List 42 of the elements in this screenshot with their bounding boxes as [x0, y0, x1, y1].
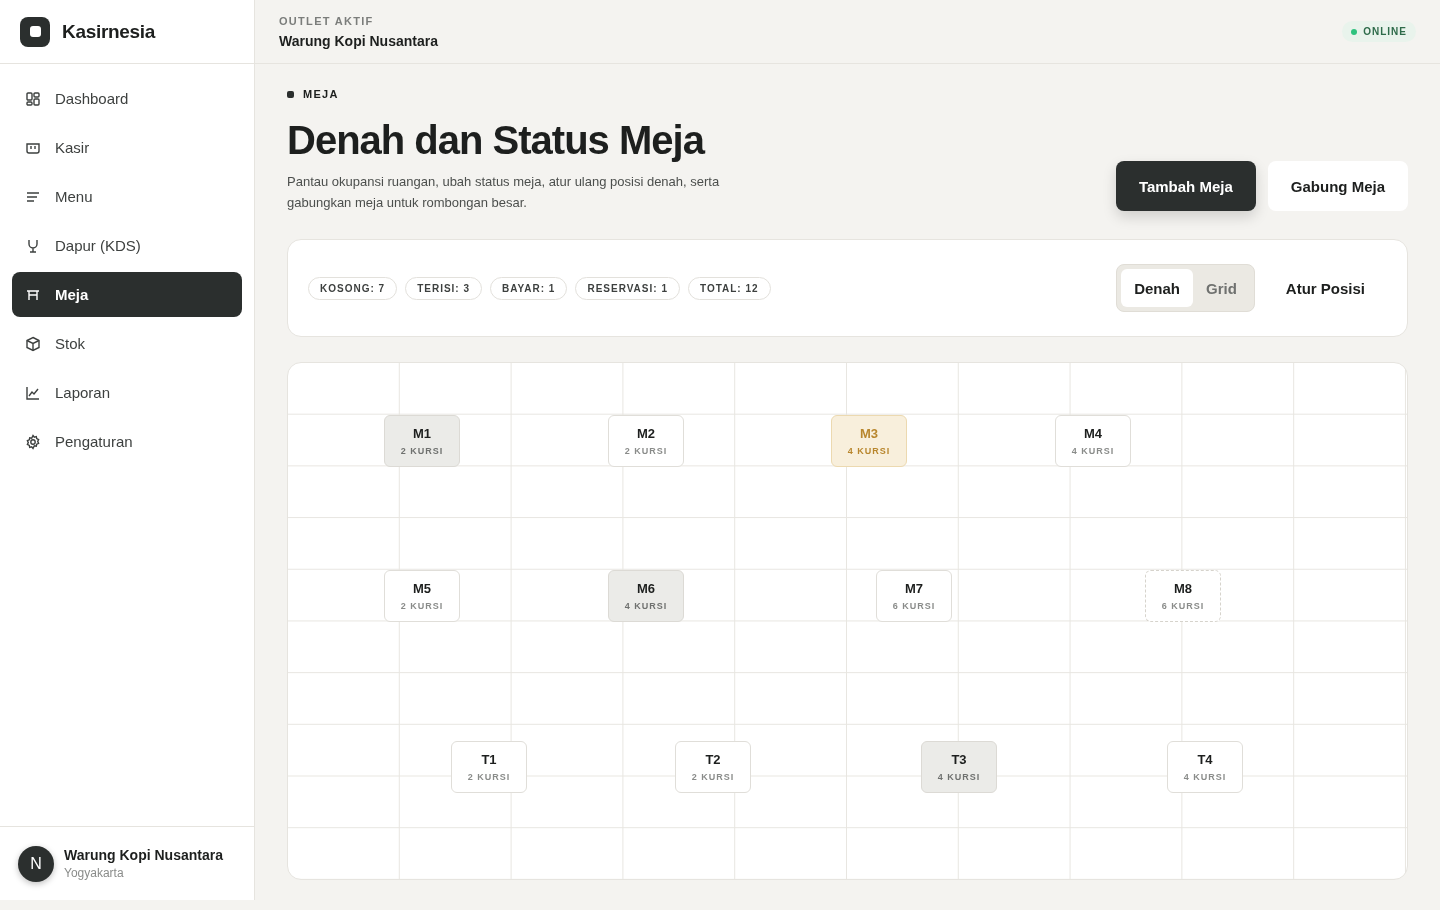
table-tile[interactable]: T1 2 KURSI: [451, 741, 527, 793]
page-description: Pantau okupansi ruangan, ubah status meja, atur ulang posisi denah, serta gabungkan meja untuk rombongan besar.: [287, 173, 721, 212]
avatar[interactable]: N: [18, 845, 54, 882]
view-tab[interactable]: Grid: [1192, 269, 1250, 307]
table-tile[interactable]: M5 2 KURSI: [384, 570, 460, 622]
table-tile[interactable]: M2 2 KURSI: [608, 415, 684, 467]
view-tab[interactable]: Denah: [1121, 269, 1193, 307]
dashboard-icon: [25, 90, 41, 107]
table-tile[interactable]: M4 4 KURSI: [1055, 415, 1131, 467]
table-tile[interactable]: M1 2 KURSI: [384, 415, 460, 467]
status-dot-icon: [1351, 28, 1358, 35]
sidebar-item[interactable]: Kasir: [12, 125, 242, 170]
sidebar-item[interactable]: Dapur (KDS): [12, 223, 242, 268]
header-label: OUTLET AKTIF: [279, 14, 375, 27]
table-tile[interactable]: T3 4 KURSI: [921, 741, 997, 793]
app-logo-icon: [20, 16, 50, 47]
table-tile[interactable]: T2 2 KURSI: [675, 741, 751, 793]
merge-table-button[interactable]: Gabung Meja: [1267, 161, 1408, 211]
section-label: MEJA: [303, 88, 339, 100]
sidebar-item[interactable]: Dashboard: [12, 76, 242, 121]
sidebar-item[interactable]: Menu: [12, 174, 242, 219]
table-tile[interactable]: T4 4 KURSI: [1167, 741, 1243, 793]
bullet-icon: [287, 90, 294, 98]
table-tile[interactable]: M8 6 KURSI: [1145, 570, 1221, 622]
sidebar-item[interactable]: Stok: [12, 321, 242, 366]
outlet-name: Warung Kopi Nusantara: [279, 32, 438, 49]
account-name: Warung Kopi Nusantara: [64, 847, 223, 863]
account-city: Yogyakarta: [64, 866, 125, 880]
settings-icon: [25, 433, 41, 450]
sidebar-item[interactable]: Laporan: [12, 370, 242, 415]
sidebar-item[interactable]: Meja: [12, 272, 242, 317]
box-icon: [25, 335, 41, 352]
cup-icon: [25, 237, 41, 254]
sidebar-item[interactable]: Pengaturan: [12, 419, 242, 464]
chart-icon: [25, 384, 41, 401]
add-table-button[interactable]: Tambah Meja: [1115, 161, 1256, 211]
brand-name: Kasirnesia: [62, 20, 156, 43]
table-tile[interactable]: M6 4 KURSI: [608, 570, 684, 622]
table-tile[interactable]: M7 6 KURSI: [876, 570, 952, 622]
page-title: Denah dan Status Meja: [287, 118, 706, 163]
status-text: ONLINE: [1363, 26, 1407, 37]
arrange-button[interactable]: Atur Posisi: [1263, 266, 1387, 310]
